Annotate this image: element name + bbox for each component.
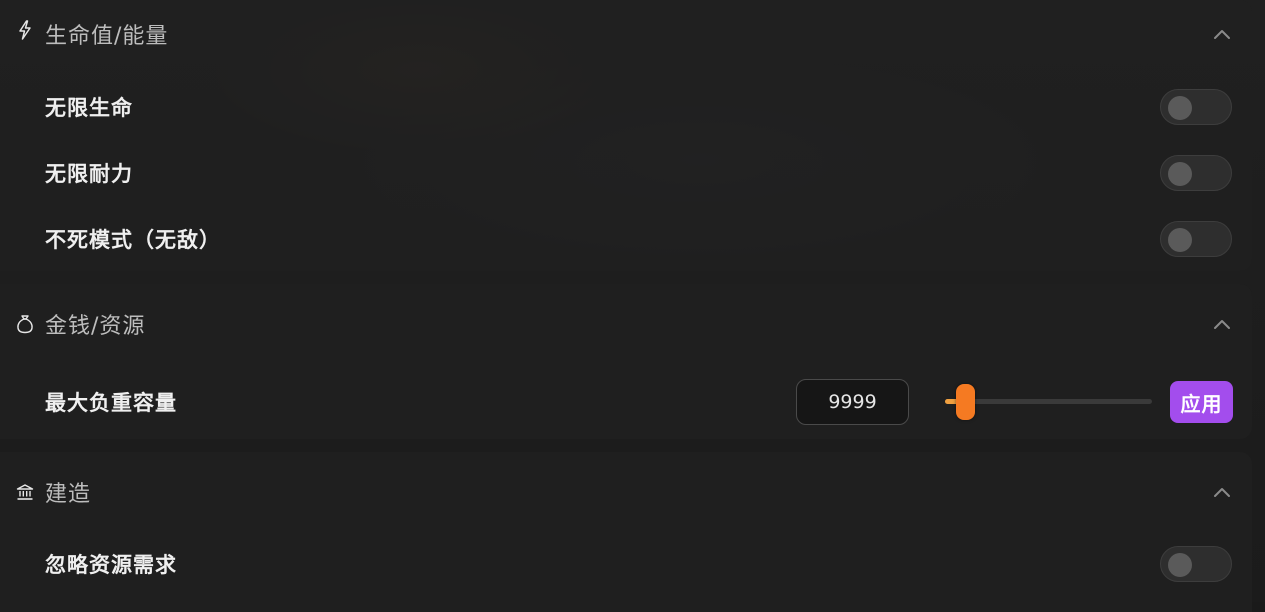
section-header-money[interactable]: 金钱/资源 [0,296,1252,352]
toggle-knob [1168,96,1192,120]
god-mode-toggle[interactable] [1160,221,1232,257]
ignore-resource-requirement-label: 忽略资源需求 [45,553,177,577]
section-header-build[interactable]: 建造 [0,464,1252,520]
max-weight-label: 最大负重容量 [45,391,177,415]
infinite-stamina-label: 无限耐力 [45,162,133,186]
infinite-health-toggle[interactable] [1160,89,1232,125]
slider-thumb[interactable] [956,384,975,420]
toggle-knob [1168,162,1192,186]
section-title: 生命值/能量 [45,24,169,49]
chevron-up-icon[interactable] [1210,22,1234,46]
section-title: 金钱/资源 [45,314,146,339]
chevron-up-icon[interactable] [1210,480,1234,504]
building-icon [14,481,36,503]
toggle-knob [1168,228,1192,252]
god-mode-label: 不死模式（无敌） [45,228,221,252]
lightning-icon [14,19,36,41]
infinite-health-label: 无限生命 [45,96,133,120]
max-weight-slider[interactable] [945,399,1152,404]
money-bag-icon [14,313,36,335]
infinite-stamina-toggle[interactable] [1160,155,1232,191]
section-health-energy: 生命值/能量 无限生命 无限耐力 不死模式（无敌） [0,0,1252,271]
ignore-resource-requirement-toggle[interactable] [1160,546,1232,582]
max-weight-input[interactable] [796,379,909,425]
section-title: 建造 [45,482,92,507]
chevron-up-icon[interactable] [1210,312,1234,336]
apply-button[interactable]: 应用 [1170,381,1233,423]
toggle-knob [1168,553,1192,577]
section-header-health[interactable]: 生命值/能量 [0,6,1252,62]
